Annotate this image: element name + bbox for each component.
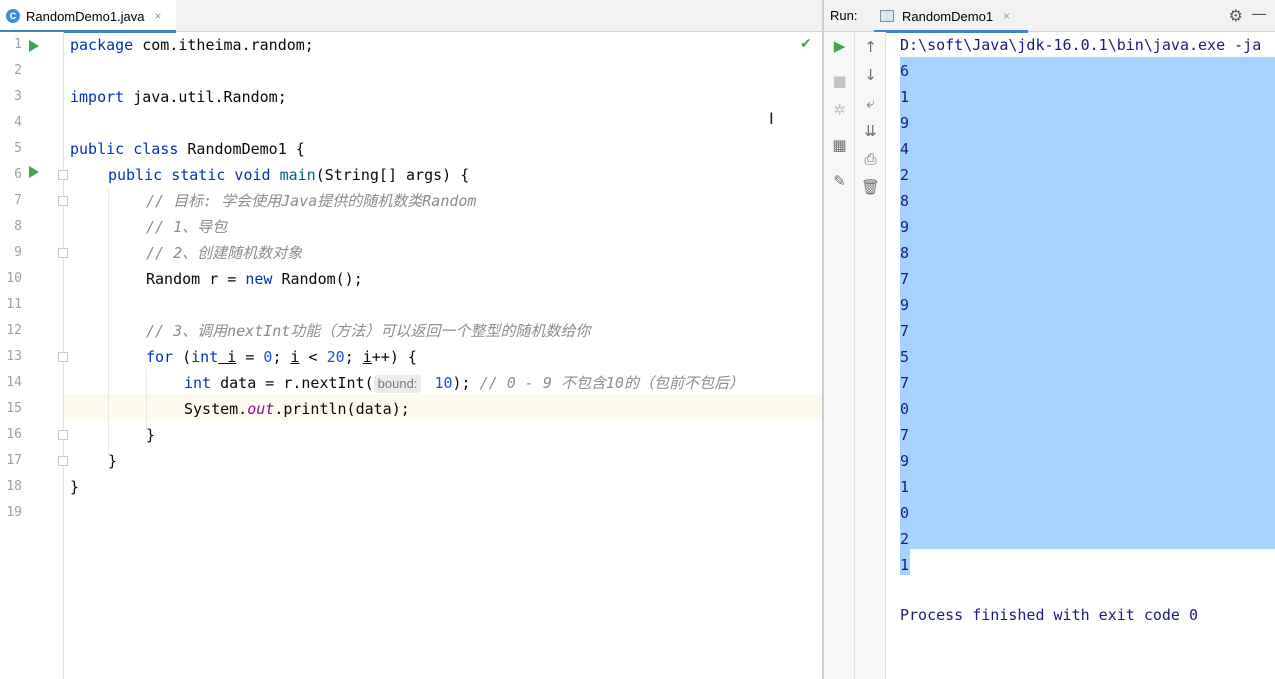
line-number: 9 [14, 245, 22, 260]
line-number-gutter[interactable]: 1 2 3 4 5 6 7 8 9 10 11 12 13 14 15 16 17 18 19 [0, 32, 68, 679]
line-number: 6 [14, 167, 22, 182]
console-command: D:\soft\Java\jdk-16.0.1\bin\java.exe -ja [900, 36, 1262, 54]
run-main-icon[interactable] [29, 166, 39, 178]
console-output-line: 0 [900, 400, 910, 418]
console-output-line: 9 [900, 296, 910, 314]
console-output-line: 1 [900, 478, 910, 496]
code-line-16: } [146, 426, 156, 444]
console-output-line: 8 [900, 192, 910, 210]
console-output-line: 2 [900, 166, 910, 184]
run-label: Run: [830, 8, 858, 23]
print-icon[interactable]: ⎙ [855, 146, 886, 172]
console-output-line: 1 [900, 556, 910, 574]
text-selection [900, 57, 1275, 549]
console-output-line: 9 [900, 218, 910, 236]
code-line-3: import java.util.Random; [70, 88, 287, 106]
code-line-10: Random r = new Random(); [146, 270, 363, 288]
scroll-to-end-icon[interactable]: ⇊ [855, 118, 886, 144]
line-number: 16 [6, 427, 22, 442]
console-output-line: 7 [900, 426, 910, 444]
arrow-down-icon[interactable]: ↓ [855, 62, 886, 88]
indent-guide [108, 188, 109, 456]
code-line-18: } [70, 478, 80, 496]
run-toolbar-left: ▶ ■ ✲ ▦ ✎ [824, 32, 855, 679]
arrow-up-icon[interactable]: ↑ [855, 34, 886, 60]
code-line-7: // 目标: 学会使用Java提供的随机数类Random [146, 192, 477, 210]
editor-tab-bar: C RandomDemo1.java × [0, 0, 822, 33]
parameter-hint: bound: [373, 375, 422, 393]
gear-icon[interactable]: ⚙ [1229, 6, 1243, 25]
code-line-14: int data = r.nextInt(bound: 10); // 0 - … [184, 374, 744, 393]
run-toolbar-right: ↑ ↓ ⤶ ⇊ ⎙ 🗑 [855, 32, 886, 679]
code-line-5: public class RandomDemo1 { [70, 140, 305, 158]
console-output-line: 2 [900, 530, 910, 548]
pin-icon[interactable]: ✎ [824, 168, 855, 194]
console-output-line: 9 [900, 114, 910, 132]
console-output-line: 7 [900, 322, 910, 340]
console-output-line: 7 [900, 374, 910, 392]
console-icon [880, 10, 894, 22]
line-number: 5 [14, 141, 22, 156]
current-line-highlight [64, 394, 822, 420]
code-line-15: System.out.println(data); [184, 400, 410, 418]
run-tab-label: RandomDemo1 [902, 8, 994, 24]
java-class-icon: C [6, 9, 20, 23]
trash-icon[interactable]: 🗑 [855, 174, 886, 200]
close-icon[interactable]: × [1003, 9, 1010, 23]
indent-guide [146, 370, 147, 430]
code-area[interactable]: package com.itheima.random; import java.… [64, 32, 822, 679]
code-line-9: // 2、创建随机数对象 [146, 244, 303, 262]
minimize-icon[interactable]: — [1251, 4, 1267, 23]
stop-icon[interactable]: ■ [824, 68, 855, 94]
console-output-line: 1 [900, 88, 910, 106]
tab-label: RandomDemo1.java [26, 8, 145, 24]
debug-dump-icon[interactable]: ✲ [824, 97, 855, 123]
console-output-line: 0 [900, 504, 910, 522]
close-icon[interactable]: × [155, 9, 162, 23]
rerun-icon[interactable]: ▶ [824, 33, 855, 59]
line-number: 10 [6, 271, 22, 286]
soft-wrap-icon[interactable]: ⤶ [855, 90, 886, 116]
run-header: Run: RandomDemo1 × ⚙ — [824, 0, 1275, 33]
code-line-1: package com.itheima.random; [70, 36, 314, 54]
console-finished-message: Process finished with exit code 0 [900, 606, 1199, 624]
console-output[interactable]: D:\soft\Java\jdk-16.0.1\bin\java.exe -ja… [886, 32, 1275, 679]
run-tool-window: Run: RandomDemo1 × ⚙ — ▶ ■ ✲ ▦ ✎ ↑ ↓ ⤶ ⇊… [824, 0, 1275, 679]
console-output-line: 7 [900, 270, 910, 288]
line-number: 12 [6, 323, 22, 338]
tab-run-randomdemo1[interactable]: RandomDemo1 × [874, 0, 1028, 33]
line-number: 14 [6, 375, 22, 390]
run-class-icon[interactable] [29, 40, 39, 52]
line-number: 8 [14, 219, 22, 234]
console-output-line: 6 [900, 62, 910, 80]
code-line-13: for (int i = 0; i < 20; i++) { [146, 348, 417, 366]
code-line-6: public static void main(String[] args) { [108, 166, 470, 184]
line-number: 2 [14, 63, 22, 78]
line-number: 11 [6, 297, 22, 312]
line-number: 4 [14, 115, 22, 130]
line-number: 17 [6, 453, 22, 468]
line-number: 19 [6, 505, 22, 520]
code-line-17: } [108, 452, 118, 470]
console-output-line: 9 [900, 452, 910, 470]
line-number: 1 [14, 37, 22, 52]
console-output-line: 5 [900, 348, 910, 366]
line-number: 18 [6, 479, 22, 494]
check-icon: ✔ [800, 36, 812, 52]
code-line-12: // 3、调用nextInt功能（方法）可以返回一个整型的随机数给你 [146, 322, 591, 340]
code-line-8: // 1、导包 [146, 218, 228, 236]
console-output-line: 4 [900, 140, 910, 158]
layout-icon[interactable]: ▦ [824, 132, 855, 158]
line-number: 15 [6, 401, 22, 416]
text-cursor-icon: I [769, 109, 774, 128]
console-output-line: 8 [900, 244, 910, 262]
code-editor[interactable]: C RandomDemo1.java × 1 2 3 4 5 6 7 8 9 10 11 12 13 14… [0, 0, 822, 679]
line-number: 3 [14, 89, 22, 104]
tab-randomdemo1-java[interactable]: C RandomDemo1.java × [0, 0, 176, 33]
line-number: 7 [14, 193, 22, 208]
line-number: 13 [6, 349, 22, 364]
